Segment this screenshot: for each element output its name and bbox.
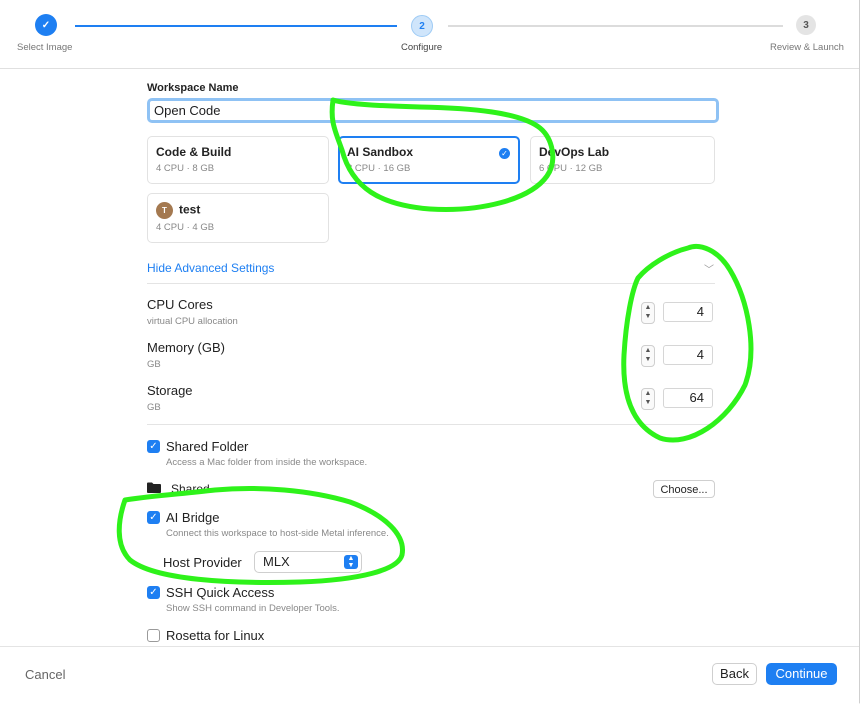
ssh-quick-access-description: Show SSH command in Developer Tools. xyxy=(166,603,340,614)
stepper: ✓ 2 3 Select Image Configure Review & La… xyxy=(0,0,859,69)
shared-folder-label: Shared Folder xyxy=(166,439,249,454)
continue-button[interactable]: Continue xyxy=(766,663,837,685)
preset-spec: 4 CPU · 4 GB xyxy=(156,222,215,233)
host-provider-value: MLX xyxy=(263,554,290,569)
preset-spec: 8 CPU · 16 GB xyxy=(347,163,411,174)
ssh-quick-access-checkbox[interactable]: ✓ xyxy=(147,586,160,599)
step-1-label: Select Image xyxy=(17,42,73,53)
preset-card-code-build[interactable]: Code & Build 4 CPU · 8 GB xyxy=(147,136,329,184)
shared-folder-name: Shared xyxy=(171,482,210,496)
storage-field[interactable]: 64 xyxy=(663,388,713,408)
ai-bridge-description: Connect this workspace to host-side Meta… xyxy=(166,528,389,539)
step-connector-complete xyxy=(75,25,397,27)
step-3-label: Review & Launch xyxy=(770,42,844,53)
workspace-name-input[interactable] xyxy=(147,98,719,123)
selected-check-icon: ✓ xyxy=(499,148,510,159)
storage-label: Storage xyxy=(147,383,193,398)
host-provider-select[interactable]: MLX ▲ ▼ xyxy=(254,551,362,573)
ssh-quick-access-label: SSH Quick Access xyxy=(166,585,275,600)
divider xyxy=(147,283,715,284)
memory-label: Memory (GB) xyxy=(147,340,225,355)
shared-folder-checkbox[interactable]: ✓ xyxy=(147,440,160,453)
preset-title: test xyxy=(179,202,201,217)
rosetta-checkbox[interactable] xyxy=(147,629,160,642)
step-1-check-icon[interactable]: ✓ xyxy=(35,14,57,36)
updown-chevron-icon: ▲ ▼ xyxy=(344,555,358,569)
avatar: T xyxy=(156,202,173,219)
workspace-name-label: Workspace Name xyxy=(147,82,239,94)
cpu-cores-field[interactable]: 4 xyxy=(663,302,713,322)
memory-unit: GB xyxy=(147,359,161,370)
folder-icon xyxy=(147,482,161,493)
step-connector-pending xyxy=(448,25,783,27)
memory-field[interactable]: 4 xyxy=(663,345,713,365)
rosetta-label: Rosetta for Linux xyxy=(166,628,265,643)
host-provider-label: Host Provider xyxy=(163,555,242,570)
ai-bridge-checkbox[interactable]: ✓ xyxy=(147,511,160,524)
shared-folder-description: Access a Mac folder from inside the work… xyxy=(166,457,368,468)
hide-advanced-settings-link[interactable]: Hide Advanced Settings xyxy=(147,261,274,275)
back-button[interactable]: Back xyxy=(712,663,757,685)
preset-title: DevOps Lab xyxy=(539,145,610,159)
chevron-down-icon[interactable]: ﹀ xyxy=(704,261,714,276)
preset-card-devops-lab[interactable]: DevOps Lab 6 CPU · 12 GB xyxy=(530,136,715,184)
preset-spec: 6 CPU · 12 GB xyxy=(539,163,603,174)
choose-folder-button[interactable]: Choose... xyxy=(653,480,715,498)
preset-spec: 4 CPU · 8 GB xyxy=(156,163,215,174)
cpu-cores-label: CPU Cores xyxy=(147,297,213,312)
storage-unit: GB xyxy=(147,402,161,413)
preset-card-ai-sandbox[interactable]: AI Sandbox 8 CPU · 16 GB ✓ xyxy=(338,136,520,184)
cpu-cores-description: virtual CPU allocation xyxy=(147,316,238,327)
step-2-label: Configure xyxy=(401,42,443,53)
preset-title: Code & Build xyxy=(156,145,232,159)
footer-bar: Cancel Back Continue xyxy=(0,646,859,704)
preset-title-row: Ttest xyxy=(156,202,320,219)
ai-bridge-label: AI Bridge xyxy=(166,510,220,525)
memory-stepper[interactable]: ▲ ▼ xyxy=(641,345,655,367)
step-2-indicator: 2 xyxy=(411,15,433,37)
preset-title: AI Sandbox xyxy=(347,145,414,159)
configure-window: ✓ 2 3 Select Image Configure Review & La… xyxy=(0,0,860,704)
annotation-circle-resources xyxy=(621,244,754,443)
divider xyxy=(147,424,715,425)
cpu-cores-stepper[interactable]: ▲ ▼ xyxy=(641,302,655,324)
step-3-indicator: 3 xyxy=(796,15,816,35)
storage-stepper[interactable]: ▲ ▼ xyxy=(641,388,655,410)
preset-card-test[interactable]: Ttest 4 CPU · 4 GB xyxy=(147,193,329,243)
cancel-button[interactable]: Cancel xyxy=(25,667,65,682)
